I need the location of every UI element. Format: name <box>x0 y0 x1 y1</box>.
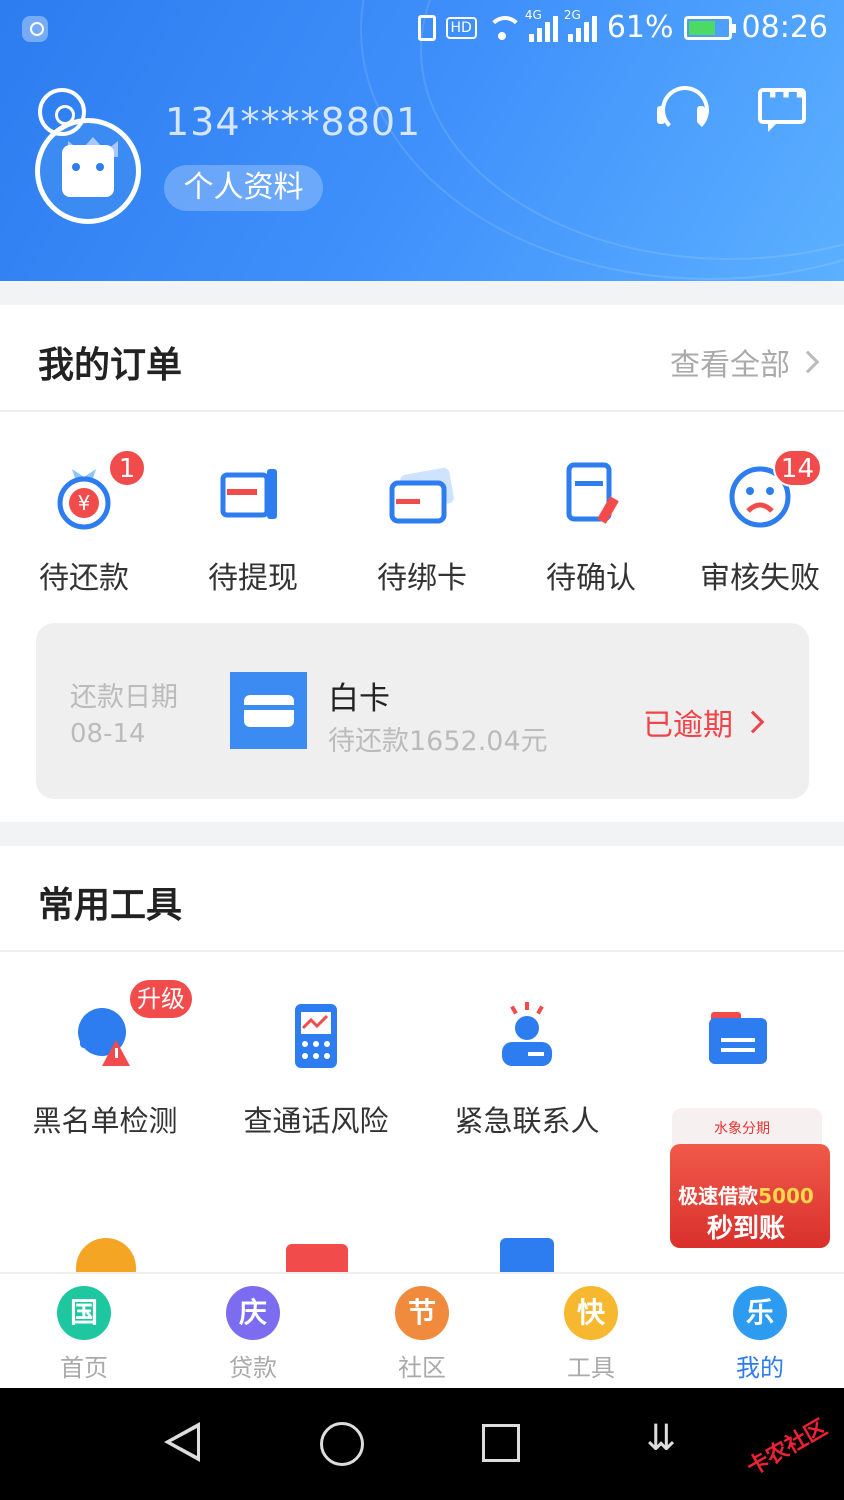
home-festival-icon: 国 <box>57 1286 111 1340</box>
system-nav-bar <box>0 1388 844 1500</box>
tab-label: 贷款 <box>229 1354 277 1382</box>
view-all-orders-link[interactable]: 查看全部 <box>670 340 820 384</box>
tab-tools[interactable]: 快 工具 <box>531 1286 651 1383</box>
order-pending-bind-card[interactable]: 待绑卡 <box>352 455 492 597</box>
divider <box>0 410 844 412</box>
profile-button[interactable]: 个人资料 <box>164 165 323 211</box>
order-badge: 14 <box>772 449 822 487</box>
sad-face-icon: 14 <box>720 449 822 535</box>
tab-community[interactable]: 节 社区 <box>362 1286 482 1383</box>
emergency-contact-icon <box>492 1002 562 1072</box>
order-label: 审核失败 <box>700 561 820 596</box>
tab-label: 首页 <box>60 1354 108 1382</box>
order-label: 待提现 <box>208 561 298 596</box>
tool-row2-icon[interactable] <box>500 1238 554 1272</box>
back-icon[interactable] <box>164 1422 200 1462</box>
repay-date-value: 08-14 <box>70 719 146 749</box>
loan-festival-icon: 庆 <box>226 1286 280 1340</box>
avatar[interactable] <box>35 118 141 224</box>
tab-mine[interactable]: 乐 我的 <box>700 1286 820 1383</box>
promo-line1: 极速借款5000 <box>656 1180 836 1209</box>
view-all-label: 查看全部 <box>670 348 790 383</box>
withdraw-icon <box>213 455 293 535</box>
loan-promo-banner[interactable]: 水象分期 极速借款5000 秒到账 <box>656 1088 836 1250</box>
orders-title: 我的订单 <box>38 345 183 386</box>
profile-header: HD 4G 2G 61% 08:26 134****8801 个人资料 <box>0 0 844 281</box>
bai-card-logo-icon <box>230 672 307 749</box>
tab-label: 社区 <box>398 1354 446 1382</box>
call-risk-icon <box>281 1002 351 1072</box>
repay-date-label: 还款日期 <box>70 682 178 713</box>
tools-title: 常用工具 <box>38 885 183 926</box>
order-label: 待确认 <box>546 561 636 596</box>
repayment-card[interactable]: 还款日期 08-14 白卡 待还款1652.04元 已逾期 <box>36 623 809 799</box>
folder-icon <box>703 1002 773 1072</box>
network-4g-label: 4G <box>524 7 542 22</box>
clock: 08:26 <box>741 10 828 45</box>
home-icon[interactable] <box>320 1422 364 1466</box>
tab-label: 工具 <box>567 1354 615 1382</box>
network-2g-label: 2G <box>563 7 581 22</box>
order-pending-withdraw[interactable]: 待提现 <box>183 455 323 597</box>
tool-label: 查通话风险 <box>243 1104 389 1138</box>
location-icon <box>22 16 48 42</box>
vibrate-icon <box>417 14 436 41</box>
tab-home[interactable]: 国 首页 <box>24 1286 144 1383</box>
svg-text:¥: ¥ <box>78 491 91 515</box>
tool-emergency-contact[interactable]: 紧急联系人 <box>432 1002 622 1140</box>
tool-row2-icon[interactable] <box>286 1244 348 1272</box>
promo-brand: 水象分期 <box>714 1121 770 1137</box>
notification-pull-icon[interactable]: ⇊ <box>645 1421 677 1460</box>
mine-festival-icon: 乐 <box>733 1286 787 1340</box>
overdue-status[interactable]: 已逾期 <box>643 693 844 751</box>
tools-festival-icon: 快 <box>564 1286 618 1340</box>
my-page: HD 4G 2G 61% 08:26 134****8801 个人资料 我的订单… <box>0 0 844 1500</box>
order-review-failed[interactable]: 14 审核失败 <box>690 449 830 597</box>
tool-label: 黑名单检测 <box>32 1104 178 1138</box>
battery-percent: 61% <box>606 10 674 45</box>
avatar-face-icon <box>62 145 114 197</box>
confirm-doc-icon <box>551 455 631 535</box>
community-festival-icon: 节 <box>395 1286 449 1340</box>
hd-icon: HD <box>445 16 477 39</box>
tool-folder[interactable] <box>643 1002 833 1072</box>
battery-icon <box>683 15 736 40</box>
order-badge: 1 <box>108 449 146 487</box>
tool-blacklist-check[interactable]: 黑名单检测 <box>10 1002 200 1140</box>
order-label: 待还款 <box>39 561 129 596</box>
message-icon[interactable] <box>758 78 807 132</box>
promo-line1-prefix: 极速借款 <box>678 1184 759 1208</box>
promo-line2: 秒到账 <box>706 1214 785 1244</box>
blacklist-check-icon <box>70 1002 140 1072</box>
order-label: 待绑卡 <box>377 561 467 596</box>
signal-4g-icon: 4G <box>525 8 558 42</box>
promo-amount: 5000 <box>758 1184 814 1208</box>
chevron-right-icon <box>796 350 820 374</box>
tab-label: 我的 <box>736 1354 784 1382</box>
wifi-icon <box>486 14 523 42</box>
bind-card-icon <box>382 455 462 535</box>
user-phone: 134****8801 <box>165 100 422 144</box>
product-name: 白卡 <box>328 681 390 717</box>
signal-2g-icon: 2G <box>564 8 597 42</box>
bottom-tab-bar: 国 首页 庆 贷款 节 社区 快 工具 乐 我的 <box>0 1272 844 1388</box>
overdue-label: 已逾期 <box>643 708 733 743</box>
money-bag-icon: ¥ 1 <box>44 449 146 535</box>
chevron-right-icon <box>741 710 765 734</box>
tool-label: 紧急联系人 <box>454 1104 600 1138</box>
status-bar: HD 4G 2G 61% 08:26 <box>0 0 844 58</box>
tab-loan[interactable]: 庆 贷款 <box>193 1286 313 1383</box>
recent-apps-icon[interactable] <box>482 1424 520 1462</box>
order-pending-repay[interactable]: ¥ 1 待还款 <box>14 449 154 597</box>
divider <box>0 950 844 952</box>
settings-gear-icon[interactable] <box>38 88 86 136</box>
upgrade-badge: 升级 <box>130 980 192 1018</box>
repay-amount: 待还款1652.04元 <box>328 726 548 757</box>
tool-call-risk[interactable]: 查通话风险 <box>221 1002 411 1140</box>
customer-service-icon[interactable] <box>657 86 709 134</box>
order-pending-confirm[interactable]: 待确认 <box>521 455 661 597</box>
